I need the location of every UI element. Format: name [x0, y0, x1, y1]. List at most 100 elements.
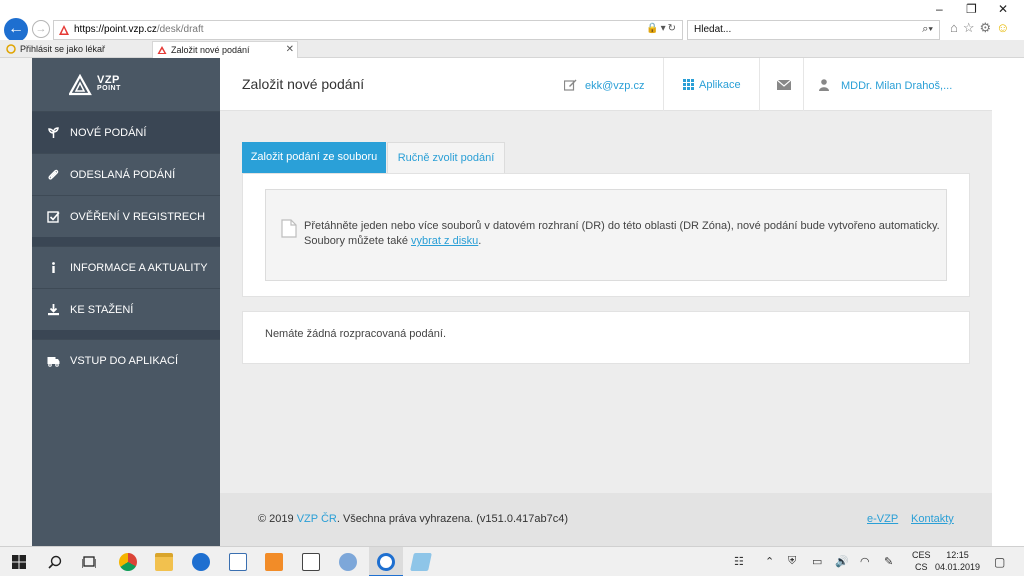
user-icon [819, 79, 829, 91]
close-window-icon[interactable]: ✕ [998, 2, 1008, 16]
favorites-star-icon[interactable]: ☆ [963, 20, 980, 35]
sidebar-item-label: OVĚŘENÍ V REGISTRECH [70, 211, 206, 223]
footer-copyright: © 2019 VZP ČR. Všechna práva vyhrazena. … [258, 513, 568, 525]
battery-icon[interactable]: ▭ [812, 555, 822, 568]
document-app-icon[interactable] [229, 553, 247, 571]
language-code: CES [912, 550, 931, 560]
info-icon [52, 262, 55, 273]
minimize-icon[interactable]: – [936, 2, 943, 16]
search-icon[interactable]: ⌕▾ [922, 23, 933, 36]
windows-start-icon[interactable] [12, 555, 26, 569]
vzp-logo-icon [69, 74, 92, 96]
address-bar[interactable]: https://point.vzp.cz/desk/draft 🔒▾↻ [53, 20, 683, 40]
browser-tab-login[interactable]: Přihlásit se jako lékař [2, 41, 150, 58]
sidebar-item-nove-podani[interactable]: NOVÉ PODÁNÍ [32, 111, 220, 153]
vzp-cr-link[interactable]: VZP ČR [297, 513, 337, 525]
tray-chevron-up-icon[interactable]: ⌃ [765, 555, 774, 568]
notes-app-icon[interactable] [410, 553, 432, 571]
restore-icon[interactable]: ❐ [966, 2, 977, 16]
drop-zone-line-1: Přetáhněte jeden nebo více souborů v dat… [304, 220, 940, 232]
sidebar-divider [32, 237, 220, 246]
header-apps-text: Aplikace [699, 79, 741, 91]
sidebar-item-odeslana-podani[interactable]: ODESLANÁ PODÁNÍ [32, 153, 220, 195]
clock-date: 04.01.2019 [935, 562, 981, 572]
search-icon[interactable] [48, 555, 62, 569]
wifi-icon[interactable]: ◠ [860, 555, 870, 568]
page-title: Založit nové podání [242, 76, 365, 92]
internet-explorer-icon[interactable] [377, 553, 395, 571]
sidebar-item-label: INFORMACE A AKTUALITY [70, 262, 208, 274]
file-explorer-icon[interactable] [155, 553, 173, 571]
tab-zalozit-ze-souboru[interactable]: Založit podání ze souboru [242, 142, 386, 173]
clock-time: 12:15 [946, 550, 969, 560]
upload-panel: Přetáhněte jeden nebo více souborů v dat… [242, 173, 970, 297]
url-path: /desk/draft [156, 24, 204, 35]
drop-zone-line-2-end: . [478, 235, 482, 247]
file-icon [281, 219, 297, 238]
logo-text-point: POINT [97, 85, 121, 92]
main-content: Založit podání ze souboru Ručně zvolit p… [220, 111, 992, 493]
back-button[interactable]: ← [4, 18, 28, 42]
defender-shield-icon[interactable]: ⛨ [788, 555, 796, 568]
app-footer: © 2019 VZP ČR. Všechna práva vyhrazena. … [220, 493, 992, 546]
browser-tab-label: Přihlásit se jako lékař [20, 44, 106, 54]
sidebar-item-vstup-do-aplikaci[interactable]: VSTUP DO APLIKACÍ [32, 339, 220, 381]
edge-icon[interactable] [192, 553, 210, 571]
browser-tab-draft[interactable]: Založit nové podání ✕ [152, 41, 298, 58]
notepad-icon[interactable] [302, 553, 320, 571]
tab-rucne-zvolit[interactable]: Ručně zvolit podání [387, 142, 505, 173]
drop-zone[interactable]: Přetáhněte jeden nebo více souborů v dat… [265, 189, 947, 281]
language-indicator[interactable]: CES CS [912, 549, 931, 573]
notifications-icon[interactable]: ▢ [994, 555, 1005, 569]
people-icon[interactable]: ☷ [734, 555, 744, 568]
drafts-panel: Nemáte žádná rozpracovaná podání. [242, 311, 970, 364]
sidebar-item-label: KE STAŽENÍ [70, 304, 134, 316]
feedback-smiley-icon[interactable]: ☺ [996, 20, 1014, 35]
header-user-name: MDDr. Milan Drahoš,... [841, 80, 953, 92]
envelope-icon [776, 79, 792, 90]
taskbar-clock[interactable]: 12:15 04.01.2019 [935, 549, 980, 573]
sidebar-item-ke-stazeni[interactable]: KE STAŽENÍ [32, 288, 220, 330]
sidebar-item-informace-a-aktuality[interactable]: INFORMACE A AKTUALITY [32, 246, 220, 288]
empty-drafts-message: Nemáte žádná rozpracovaná podání. [265, 328, 447, 340]
home-icon[interactable]: ⌂ [950, 20, 963, 35]
sidebar: VZP POINT NOVÉ PODÁNÍ ODESLANÁ PODÁNÍ OV… [32, 58, 220, 546]
sidebar-item-label: NOVÉ PODÁNÍ [70, 127, 147, 139]
footer-link-e-vzp[interactable]: e-VZP [867, 513, 898, 525]
header-messages-button[interactable] [776, 79, 792, 93]
header-separator [759, 58, 760, 111]
header-email-link[interactable]: ekk@vzp.cz [564, 79, 644, 92]
header-separator [803, 58, 804, 111]
browser-toolbar: – ❐ ✕ ← → https://point.vzp.cz/desk/draf… [0, 0, 1024, 42]
settings-gear-icon[interactable]: ⚙ [980, 20, 997, 35]
apps-grid-icon [683, 79, 694, 90]
ime-keyboard-icon[interactable]: ✎ [884, 555, 893, 568]
plant-icon [48, 127, 59, 138]
vzp-tab-icon [157, 46, 167, 54]
drop-zone-line-2: Soubory můžete také vybrat z disku. [304, 234, 940, 249]
forward-button[interactable]: → [32, 20, 50, 38]
select-from-disk-link[interactable]: vybrat z disku [411, 235, 478, 247]
paint-app-icon[interactable] [339, 553, 357, 571]
search-placeholder: Hledat... [694, 24, 732, 35]
address-bar-icons[interactable]: 🔒▾↻ [646, 23, 678, 34]
tab-close-icon[interactable]: ✕ [286, 42, 294, 58]
footer-link-kontakty[interactable]: Kontakty [911, 513, 954, 525]
paperclip-icon [48, 169, 59, 180]
site-warning-icon [59, 25, 69, 35]
ambulance-icon [47, 357, 60, 367]
header-user-menu[interactable]: MDDr. Milan Drahoš,... [819, 79, 952, 92]
header-separator [663, 58, 664, 111]
sidebar-divider [32, 330, 220, 339]
header-apps-link[interactable]: Aplikace [683, 79, 741, 91]
sidebar-item-overeni-v-registrech[interactable]: OVĚŘENÍ V REGISTRECH [32, 195, 220, 237]
right-gutter [992, 58, 1024, 546]
task-view-icon[interactable] [82, 555, 96, 569]
sidebar-item-label: VSTUP DO APLIKACÍ [70, 355, 179, 367]
windows-taskbar: ☷ ⌃ ⛨ ▭ 🔊 ◠ ✎ CES CS 12:15 04.01.2019 ▢ [0, 546, 1024, 576]
volume-icon[interactable]: 🔊 [835, 555, 849, 568]
browser-search-box[interactable]: Hledat... ⌕▾ [687, 20, 940, 40]
copyright-prefix: © 2019 [258, 513, 294, 525]
chrome-icon[interactable] [119, 553, 137, 571]
presentation-app-icon[interactable] [265, 553, 283, 571]
